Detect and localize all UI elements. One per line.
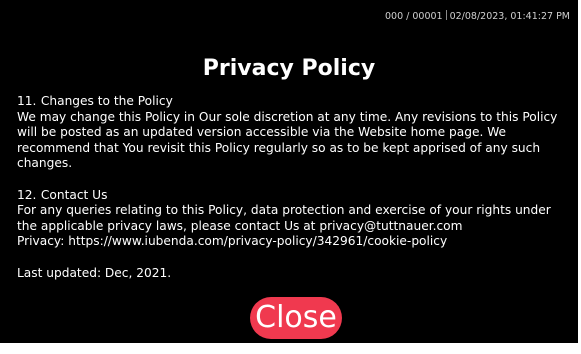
privacy-policy-dialog: 000 / 00001 02/08/2023, 01:41:27 PM Priva…: [0, 0, 578, 343]
status-divider: [445, 10, 447, 20]
last-updated-text: Last updated: Dec, 2021.: [17, 265, 172, 280]
policy-section-contact: 12. Contact Us For any queries relating …: [17, 188, 577, 250]
section-title: Changes to the Policy: [40, 94, 173, 108]
policy-section-changes: 11. Changes to the Policy We may change …: [17, 94, 577, 172]
section-text-line: recommend that You revisit this Policy r…: [17, 140, 541, 155]
page-title: Privacy Policy: [202, 56, 376, 81]
status-bar: 000 / 00001 02/08/2023, 01:41:27 PM: [385, 10, 570, 22]
section-heading: 12. Contact Us: [17, 188, 577, 204]
section-text-line: Privacy: https://www.iubenda.com/privacy…: [17, 234, 448, 249]
section-number: 11.: [17, 94, 37, 108]
section-text-line: We may change this Policy in Our sole di…: [17, 109, 558, 124]
timestamp: 02/08/2023, 01:41:27 PM: [449, 11, 570, 22]
section-heading: 11. Changes to the Policy: [17, 94, 577, 110]
policy-content: 11. Changes to the Policy We may change …: [17, 94, 577, 297]
section-text-line: changes.: [17, 156, 73, 171]
section-text-line: the applicable privacy laws, please cont…: [17, 218, 463, 233]
screen: 000 / 00001 02/08/2023, 01:41:27 PM Priva…: [0, 0, 581, 354]
record-id: 000 / 00001: [385, 11, 443, 22]
close-button[interactable]: Close: [250, 297, 342, 339]
section-number: 12.: [17, 187, 37, 202]
section-text-line: For any queries relating to this Policy,…: [17, 203, 551, 218]
section-text-line: will be posted as an updated version acc…: [17, 125, 507, 140]
section-title: Contact Us: [40, 187, 108, 202]
last-updated: Last updated: Dec, 2021.: [17, 266, 577, 282]
